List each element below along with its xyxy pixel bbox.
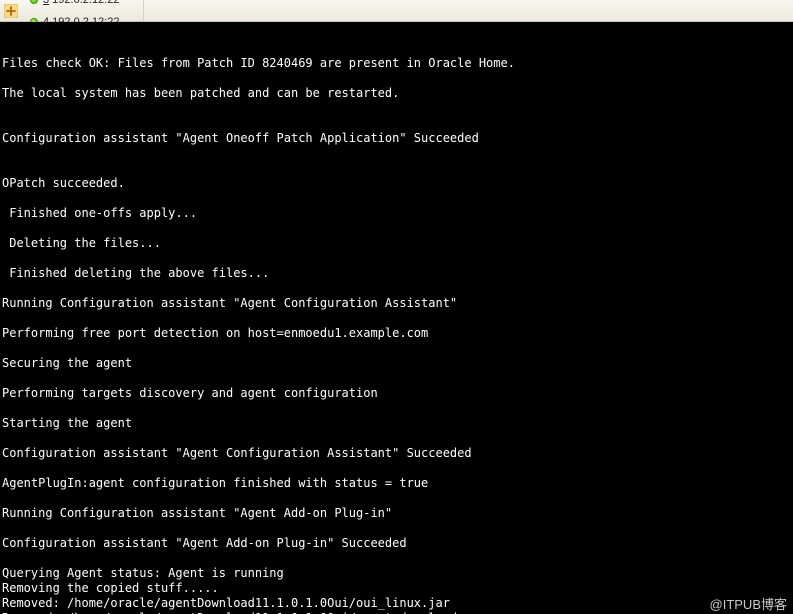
terminal-line [2,191,791,206]
terminal-line: OPatch succeeded. [2,176,791,191]
terminal-line [2,431,791,446]
terminal-line [2,491,791,506]
terminal-line [2,161,791,176]
terminal-line: Configuration assistant "Agent Add-on Pl… [2,536,791,551]
terminal-line [2,461,791,476]
terminal-line: Performing free port detection on host=e… [2,326,791,341]
terminal-line [2,251,791,266]
tab-label: 3 192.0.2.12:22 [43,0,119,6]
terminal-line [2,101,791,116]
terminal-line: Finished deleting the above files... [2,266,791,281]
plus-icon [4,4,18,18]
terminal-line [2,371,791,386]
terminal-line: Starting the agent [2,416,791,431]
terminal-line [2,281,791,296]
status-dot-icon [30,0,38,4]
terminal-line: Finished one-offs apply... [2,206,791,221]
terminal-line [2,116,791,131]
terminal-line: Securing the agent [2,356,791,371]
terminal-line [2,221,791,236]
terminal-line: AgentPlugIn:agent configuration finished… [2,476,791,491]
terminal-line: Deleting the files... [2,236,791,251]
terminal-line: The local system has been patched and ca… [2,86,791,101]
terminal-line: Running Configuration assistant "Agent C… [2,296,791,311]
tab-bar: 1 192.0.2.11:22×2 192.0.2.11:223 192.0.2… [0,0,793,22]
terminal-line [2,401,791,416]
terminal-line [2,146,791,161]
terminal-line: Configuration assistant "Agent Oneoff Pa… [2,131,791,146]
add-tab-button[interactable] [2,2,20,20]
terminal-line: Performing targets discovery and agent c… [2,386,791,401]
terminal-line [2,311,791,326]
terminal-line: Removing the copied stuff..... [2,581,791,596]
terminal-line [2,551,791,566]
terminal-line [2,341,791,356]
terminal-line: Querying Agent status: Agent is running [2,566,791,581]
watermark: @ITPUB博客 [710,597,787,612]
terminal-line: Files check OK: Files from Patch ID 8240… [2,56,791,71]
terminal-line [2,71,791,86]
terminal-output: Files check OK: Files from Patch ID 8240… [2,56,791,614]
terminal[interactable]: Files check OK: Files from Patch ID 8240… [0,22,793,614]
terminal-line: Configuration assistant "Agent Configura… [2,446,791,461]
terminal-line: Running Configuration assistant "Agent A… [2,506,791,521]
session-tab-3[interactable]: 3 192.0.2.12:22 [22,0,144,11]
terminal-line [2,521,791,536]
terminal-line: Removed: /home/oracle/agentDownload11.1.… [2,596,791,611]
